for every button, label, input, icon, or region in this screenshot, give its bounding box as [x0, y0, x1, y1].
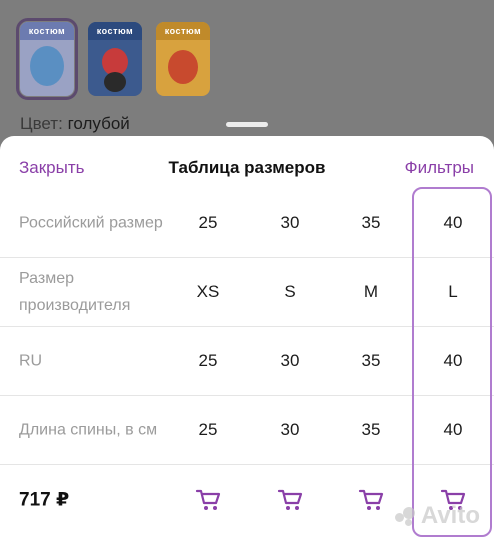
size-cell: XS [196, 282, 220, 301]
table-row: RU 25 30 35 40 [0, 327, 494, 396]
row-label: Размер производителя [19, 270, 131, 314]
size-table: Российский размер 25 30 35 40 Размер про… [0, 189, 494, 535]
table-row: Длина спины, в см 25 30 35 40 [0, 396, 494, 465]
thumbnail-1[interactable]: костюм [16, 18, 78, 100]
sheet-drag-handle[interactable] [226, 122, 268, 127]
size-cell: L [448, 282, 458, 301]
row-label: RU [19, 352, 43, 370]
size-cell: 30 [280, 420, 300, 439]
sheet-header: Закрыть Таблица размеров Фильтры [0, 136, 494, 196]
size-cell: 35 [361, 420, 381, 439]
row-label: Длина спины, в см [19, 421, 158, 439]
color-value: голубой [67, 114, 130, 133]
table-row: Российский размер 25 30 35 40 [0, 189, 494, 258]
thumbnail-strip: костюм костюм костюм [16, 18, 210, 100]
size-cell: 25 [198, 213, 218, 232]
watermark-text: Avito [420, 502, 480, 529]
filters-button[interactable]: Фильтры [405, 158, 474, 178]
size-cell: S [284, 282, 296, 301]
size-chart-sheet: Закрыть Таблица размеров Фильтры Российс… [0, 136, 494, 540]
table-row: Размер производителя XS S M L [0, 258, 494, 327]
size-cell: 40 [443, 213, 463, 232]
size-cell: 40 [443, 351, 463, 370]
size-cell: 35 [361, 351, 381, 370]
color-label: Цвет: [20, 114, 63, 133]
size-cell: 25 [198, 351, 218, 370]
thumbnail-caption: костюм [156, 22, 210, 40]
cart-icon [358, 489, 384, 510]
size-cell: 30 [280, 213, 300, 232]
thumbnail-3[interactable]: костюм [156, 22, 210, 96]
thumbnail-caption: костюм [20, 22, 74, 40]
size-cell: 25 [198, 420, 218, 439]
thumbnail-2[interactable]: костюм [88, 22, 142, 96]
size-cell: M [363, 282, 379, 301]
size-cell: 30 [280, 351, 300, 370]
color-info: Цвет: голубой [20, 114, 130, 134]
watermark-logo-icon [394, 505, 417, 527]
row-label: Российский размер [19, 214, 163, 232]
price: 717 ₽ [19, 489, 70, 511]
add-to-cart-button[interactable] [341, 485, 401, 515]
add-to-cart-button[interactable] [260, 485, 320, 515]
thumbnail-caption: костюм [88, 22, 142, 40]
size-cell: 35 [361, 213, 381, 232]
cart-icon [195, 489, 221, 510]
add-to-cart-button[interactable] [178, 485, 238, 515]
avito-watermark: Avito [394, 502, 480, 530]
size-cell: 40 [443, 420, 463, 439]
cart-icon [277, 489, 303, 510]
